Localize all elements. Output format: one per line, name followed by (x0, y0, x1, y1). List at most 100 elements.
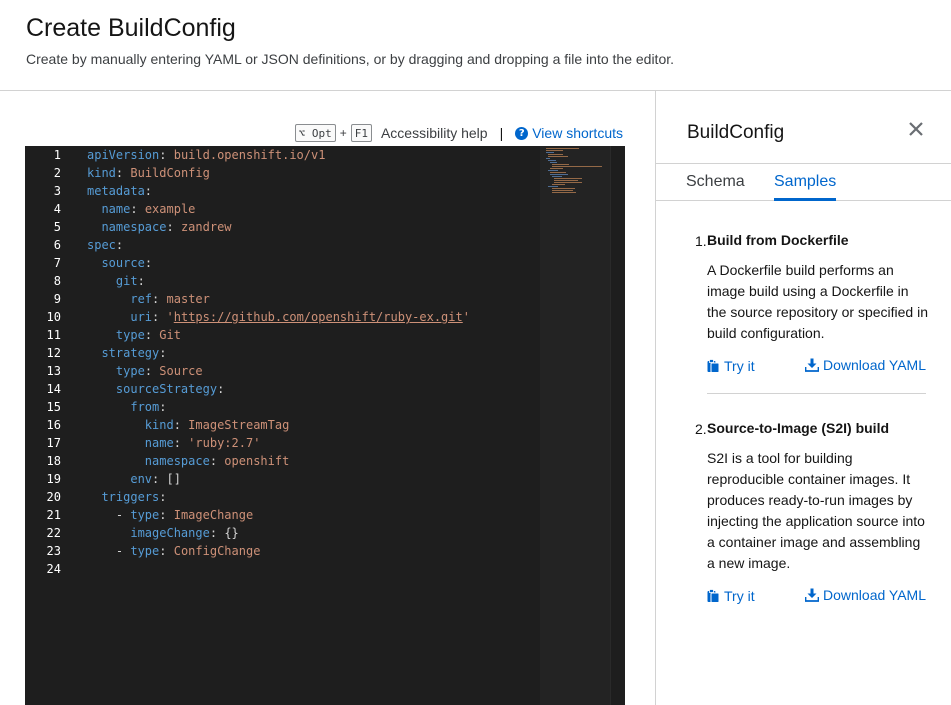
samples-list: 1. Build from Dockerfile A Dockerfile bu… (687, 231, 928, 605)
line-number: 21 (46, 508, 61, 522)
yaml-value: {} (224, 526, 239, 540)
minimap-line (548, 156, 568, 157)
yaml-key: namespace (101, 220, 167, 234)
sample-title: Source-to-Image (S2I) build (707, 420, 890, 436)
accessibility-help-text: Accessibility help (380, 125, 488, 141)
minimap-line (550, 172, 566, 173)
line-number-gutter: 1 2 3 4 5 6 7 8 9 10 11 12 13 14 15 16 17 18 19 20 21 22 23 24 (25, 146, 87, 705)
yaml-key: git (115, 274, 138, 288)
line-number: 13 (46, 364, 61, 378)
line-number: 24 (46, 562, 61, 576)
plus-sign: + (339, 126, 347, 140)
yaml-value: 'https://github.com/openshift/ruby-ex.gi… (166, 310, 470, 324)
yaml-key: env (130, 472, 153, 486)
minimap-line (554, 180, 578, 181)
line-number: 18 (46, 454, 61, 468)
page-subtitle: Create by manually entering YAML or JSON… (26, 51, 675, 67)
yaml-value: openshift (224, 454, 290, 468)
line-number: 5 (53, 220, 61, 234)
question-circle-icon: ? (515, 126, 529, 140)
yaml-key: triggers (101, 490, 160, 504)
code-line: type: Git (115, 328, 181, 342)
yaml-value: zandrew (180, 220, 232, 234)
yaml-value: Git (159, 328, 181, 342)
code-line: - type: ConfigChange (87, 544, 261, 558)
code-area[interactable]: apiVersion: build.openshift.io/v1 kind: B… (87, 146, 540, 705)
code-line: env: [] (130, 472, 181, 486)
yaml-key: uri (130, 310, 153, 324)
code-line: strategy: (101, 346, 167, 360)
panel-title: BuildConfig (687, 122, 785, 143)
paste-icon (707, 359, 720, 373)
yaml-editor[interactable]: 1 2 3 4 5 6 7 8 9 10 11 12 13 14 15 16 17 18 19 20 21 22 23 24 … (25, 146, 625, 705)
line-number: 19 (46, 472, 61, 486)
line-number: 14 (46, 382, 61, 396)
line-number: 11 (46, 328, 61, 342)
minimap-line (548, 160, 556, 161)
code-line: git: (115, 274, 145, 288)
view-shortcuts-link[interactable]: ? View shortcuts (515, 125, 623, 141)
page-title: Create BuildConfig (26, 14, 236, 42)
line-number: 3 (53, 184, 61, 198)
code-line: name: 'ruby:2.7' (144, 436, 261, 450)
yaml-key: strategy (101, 346, 160, 360)
minimap-line (546, 148, 579, 149)
yaml-key: name (144, 436, 174, 450)
yaml-value: [] (166, 472, 181, 486)
yaml-value: 'ruby:2.7' (188, 436, 261, 450)
yaml-value: ImageStreamTag (188, 418, 290, 432)
code-line: source: (101, 256, 153, 270)
code-line: - type: ImageChange (87, 508, 254, 522)
yaml-key: imageChange (130, 526, 210, 540)
try-it-button[interactable]: Try it (707, 357, 755, 375)
minimap-line (552, 164, 569, 165)
yaml-key: source (101, 256, 145, 270)
code-line: kind: ImageStreamTag (144, 418, 290, 432)
code-line: from: (130, 400, 167, 414)
line-number: 15 (46, 400, 61, 414)
line-number: 4 (53, 202, 61, 216)
yaml-key: apiVersion (87, 148, 160, 162)
yaml-key: namespace (144, 454, 210, 468)
download-icon (805, 358, 819, 372)
minimap-line (548, 186, 558, 187)
sample-number: 1. (695, 233, 707, 249)
editor-minimap[interactable] (540, 146, 610, 705)
yaml-key: type (115, 328, 145, 342)
sample-description: A Dockerfile build performs an image bui… (707, 262, 928, 341)
try-it-button[interactable]: Try it (707, 587, 755, 605)
line-number: 17 (46, 436, 61, 450)
paste-icon (707, 589, 720, 603)
line-number: 7 (53, 256, 61, 270)
line-number: 9 (53, 292, 61, 306)
tab-schema[interactable]: Schema (686, 173, 745, 201)
code-line: imageChange: {} (130, 526, 239, 540)
close-icon[interactable] (908, 121, 924, 137)
sample-side-panel: BuildConfig Schema Samples 1. Build from… (655, 91, 951, 705)
line-number: 10 (46, 310, 61, 324)
tab-samples[interactable]: Samples (774, 173, 837, 201)
yaml-value: master (166, 292, 210, 306)
line-number: 12 (46, 346, 61, 360)
line-number: 22 (46, 526, 61, 540)
minimap-line (552, 190, 573, 191)
download-yaml-button[interactable]: Download YAML (805, 587, 926, 603)
download-yaml-button[interactable]: Download YAML (805, 357, 926, 373)
code-line: sourceStrategy: (115, 382, 225, 396)
line-number: 2 (53, 166, 61, 180)
line-number: 6 (53, 238, 61, 252)
try-it-label: Try it (724, 358, 755, 374)
minimap-line (550, 162, 557, 163)
download-icon (805, 588, 819, 602)
line-number: 16 (46, 418, 61, 432)
minimap-line (546, 158, 550, 159)
download-yaml-label: Download YAML (823, 357, 926, 373)
try-it-label: Try it (724, 588, 755, 604)
editor-scrollbar[interactable] (610, 146, 625, 705)
yaml-key: kind (144, 418, 174, 432)
option-key-badge: ⌥ Opt (294, 124, 336, 142)
yaml-key: metadata (87, 184, 145, 198)
panel-header: BuildConfig (656, 91, 951, 164)
minimap-line (546, 150, 563, 151)
code-line: triggers: (101, 490, 167, 504)
